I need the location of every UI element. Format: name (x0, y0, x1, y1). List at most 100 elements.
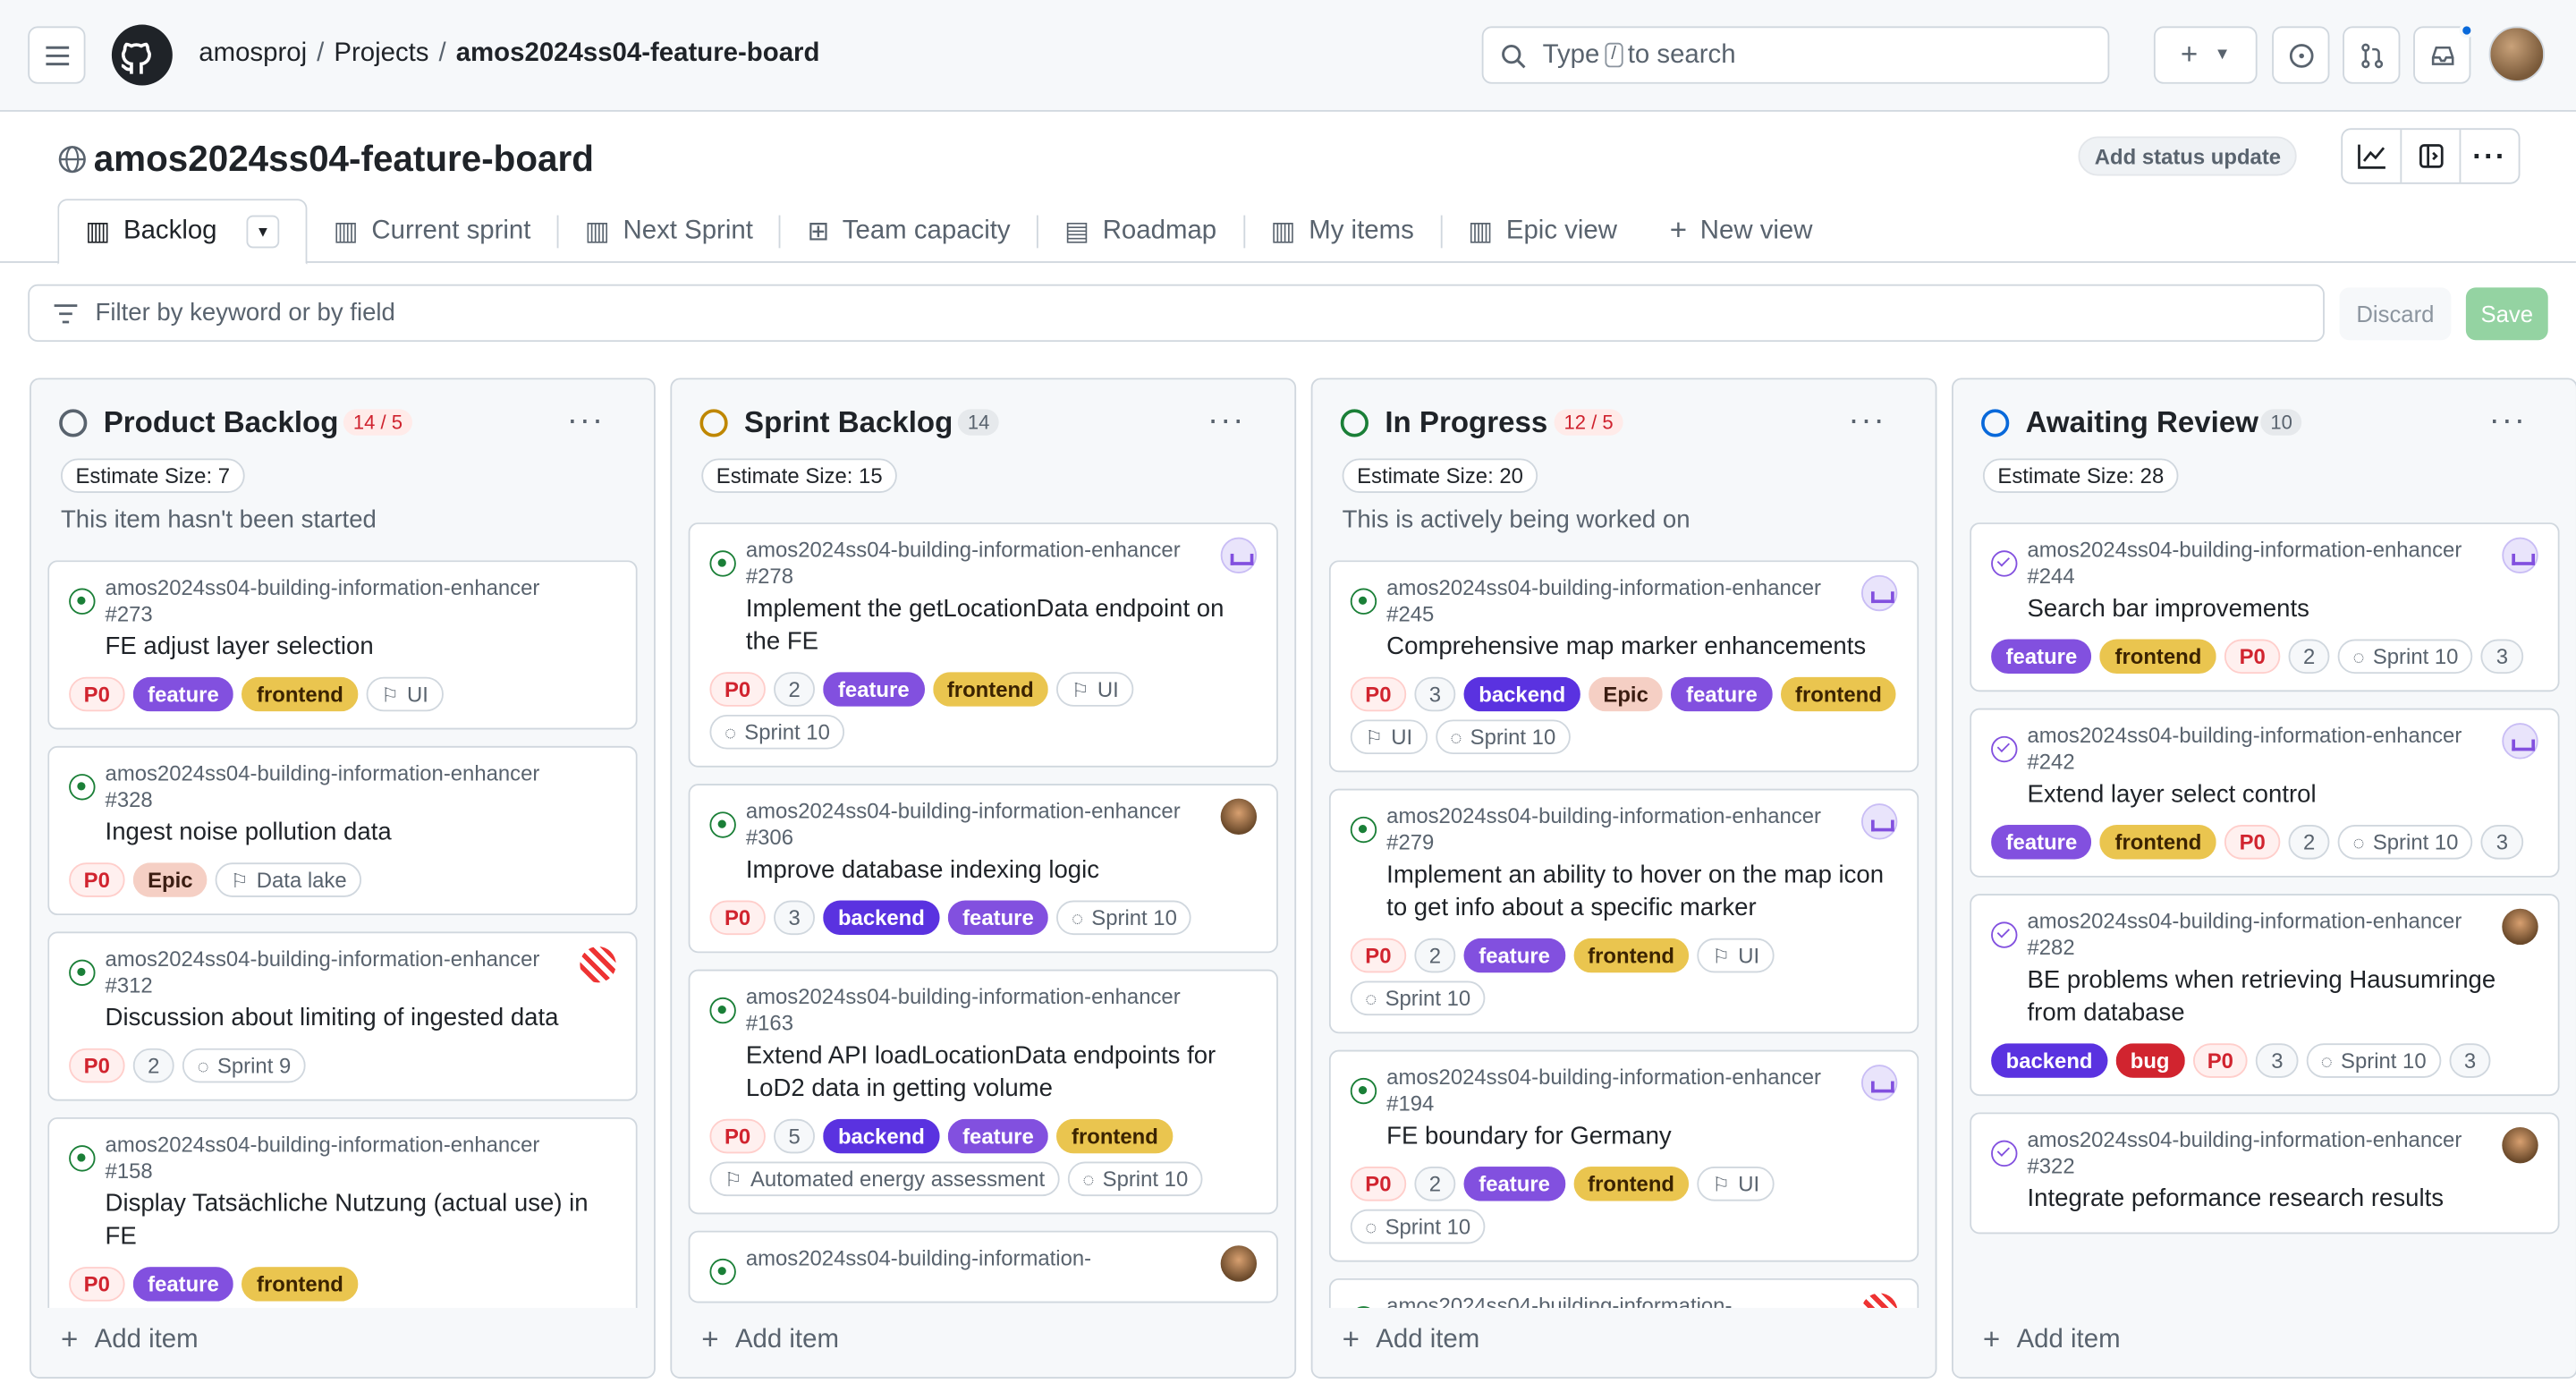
label-p0[interactable]: P0 (69, 676, 125, 712)
label-feature[interactable]: feature (132, 676, 234, 712)
tab-team-capacity[interactable]: ⊞ Team capacity (781, 199, 1037, 263)
label-ui[interactable]: ⚐ UI (1697, 938, 1775, 973)
label-frontend[interactable]: frontend (932, 672, 1049, 707)
label-2[interactable]: 2 (1414, 1167, 1456, 1201)
item-card[interactable]: amos2024ss04-building-information- (1328, 1277, 1919, 1309)
label-feature[interactable]: feature (947, 1118, 1049, 1154)
item-card[interactable]: amos2024ss04-building-information-enhanc… (1970, 1112, 2560, 1235)
github-logo-icon[interactable] (111, 24, 173, 86)
label-frontend[interactable]: frontend (2099, 825, 2216, 860)
label-3[interactable]: 3 (2481, 639, 2523, 675)
label-2[interactable]: 2 (132, 1048, 174, 1083)
label-sprint-10[interactable]: ◌ Sprint 10 (1435, 719, 1571, 755)
label-bug[interactable]: bug (2115, 1043, 2185, 1078)
label-automated-energy-assessment[interactable]: ⚐ Automated energy assessment (709, 1161, 1060, 1197)
card-title[interactable]: Improve database indexing logic (709, 854, 1257, 887)
label-p0[interactable]: P0 (69, 1048, 125, 1083)
item-card[interactable]: amos2024ss04-building-information-enhanc… (1328, 1049, 1919, 1262)
label-p0[interactable]: P0 (69, 1267, 125, 1302)
assignee-avatar[interactable] (2502, 723, 2538, 760)
label-2[interactable]: 2 (2288, 639, 2330, 675)
column-menu-button[interactable]: ··· (1848, 403, 1885, 440)
label-sprint-10[interactable]: ◌ Sprint 10 (1056, 900, 1192, 936)
card-title[interactable]: FE boundary for Germany (1351, 1121, 1898, 1154)
item-card[interactable]: amos2024ss04-building-information-enhanc… (47, 931, 638, 1101)
label-3[interactable]: 3 (2256, 1043, 2299, 1078)
assignee-avatar[interactable] (1860, 574, 1898, 612)
label-frontend[interactable]: frontend (1056, 1118, 1174, 1154)
label-frontend[interactable]: frontend (1572, 938, 1690, 973)
assignee-avatar[interactable] (1220, 798, 1258, 836)
create-new-button[interactable]: + ▼ (2153, 26, 2258, 84)
label-feature[interactable]: feature (947, 900, 1049, 936)
label-p0[interactable]: P0 (2224, 639, 2281, 675)
card-title[interactable]: Ingest noise pollution data (69, 817, 616, 850)
card-title[interactable]: BE problems when retrieving Hausumringe … (1991, 964, 2538, 1030)
tab-backlog[interactable]: ▥ Backlog ▼ (57, 199, 308, 265)
more-options-button[interactable]: ··· (2461, 130, 2518, 182)
label-5[interactable]: 5 (773, 1118, 816, 1154)
label-feature[interactable]: feature (1671, 676, 1773, 712)
card-title[interactable]: Implement the getLocationData endpoint o… (709, 593, 1257, 658)
label-sprint-10[interactable]: ◌ Sprint 10 (1350, 1209, 1486, 1244)
item-card[interactable]: amos2024ss04-building-information-enhanc… (1970, 522, 2560, 692)
pull-requests-button[interactable] (2343, 26, 2401, 84)
label-backend[interactable]: backend (1991, 1043, 2108, 1078)
label-ui[interactable]: ⚐ UI (366, 676, 444, 712)
add-item-button[interactable]: + Add item (701, 1323, 839, 1358)
label-feature[interactable]: feature (132, 1267, 234, 1302)
label-p0[interactable]: P0 (2192, 1043, 2249, 1078)
discard-button[interactable]: Discard (2339, 287, 2452, 341)
label-p0[interactable]: P0 (2224, 825, 2281, 860)
add-status-update-button[interactable]: Add status update (2078, 136, 2298, 176)
column-menu-button[interactable]: ··· (567, 403, 605, 440)
label-frontend[interactable]: frontend (242, 1267, 359, 1302)
filter-input[interactable]: Filter by keyword or by field (28, 284, 2325, 343)
card-title[interactable]: Extend layer select control (1991, 779, 2538, 812)
side-panel-button[interactable] (2402, 130, 2462, 182)
insights-button[interactable] (2343, 130, 2402, 182)
label-p0[interactable]: P0 (1350, 1167, 1407, 1201)
tab-current-sprint[interactable]: ▥ Current sprint (308, 199, 557, 263)
label-backend[interactable]: backend (823, 900, 940, 936)
item-card[interactable]: amos2024ss04-building-information-enhanc… (688, 522, 1278, 768)
add-item-button[interactable]: + Add item (1343, 1323, 1480, 1358)
item-card[interactable]: amos2024ss04-building-information-enhanc… (47, 560, 638, 730)
label-p0[interactable]: P0 (709, 1118, 766, 1154)
item-card[interactable]: amos2024ss04-building-information-enhanc… (47, 1116, 638, 1309)
label-3[interactable]: 3 (1414, 676, 1456, 712)
item-card[interactable]: amos2024ss04-building-information-enhanc… (688, 969, 1278, 1215)
item-card[interactable]: amos2024ss04-building-information-enhanc… (47, 745, 638, 916)
label-p0[interactable]: P0 (69, 862, 125, 897)
add-item-button[interactable]: + Add item (1983, 1323, 2121, 1358)
card-title[interactable]: Search bar improvements (1991, 593, 2538, 626)
label-p0[interactable]: P0 (1350, 938, 1407, 973)
menu-button[interactable] (28, 26, 86, 84)
label-sprint-10[interactable]: ◌ Sprint 10 (1067, 1161, 1203, 1197)
label-2[interactable]: 2 (773, 672, 816, 707)
assignee-avatar[interactable] (2502, 537, 2538, 574)
assignee-avatar[interactable] (1860, 1065, 1898, 1101)
assignee-avatar[interactable] (2502, 908, 2538, 946)
label-p0[interactable]: P0 (709, 672, 766, 707)
card-title[interactable]: Integrate peformance research results (1991, 1183, 2538, 1216)
view-options-dropdown[interactable]: ▼ (246, 215, 280, 249)
new-view-button[interactable]: + New view (1643, 199, 1839, 263)
label-data-lake[interactable]: ⚐ Data lake (216, 862, 362, 897)
column-menu-button[interactable]: ··· (1208, 403, 1245, 440)
item-card[interactable]: amos2024ss04-building-information-enhanc… (688, 784, 1278, 954)
label-2[interactable]: 2 (2288, 825, 2330, 860)
card-title[interactable]: Extend API loadLocationData endpoints fo… (709, 1040, 1257, 1106)
tab-roadmap[interactable]: ▤ Roadmap (1038, 199, 1243, 263)
label-sprint-10[interactable]: ◌ Sprint 10 (2338, 639, 2473, 675)
tab-next-sprint[interactable]: ▥ Next Sprint (559, 199, 780, 263)
item-card[interactable]: amos2024ss04-building-information-enhanc… (1970, 894, 2560, 1097)
card-title[interactable]: Display Tatsächliche Nutzung (actual use… (69, 1188, 616, 1253)
label-backend[interactable]: backend (823, 1118, 940, 1154)
label-feature[interactable]: feature (1991, 639, 2092, 675)
assignee-avatar[interactable] (1860, 803, 1898, 840)
label-sprint-10[interactable]: ◌ Sprint 10 (709, 714, 845, 750)
label-epic[interactable]: Epic (132, 862, 208, 897)
label-frontend[interactable]: frontend (2099, 639, 2216, 675)
column-menu-button[interactable]: ··· (2489, 403, 2527, 440)
